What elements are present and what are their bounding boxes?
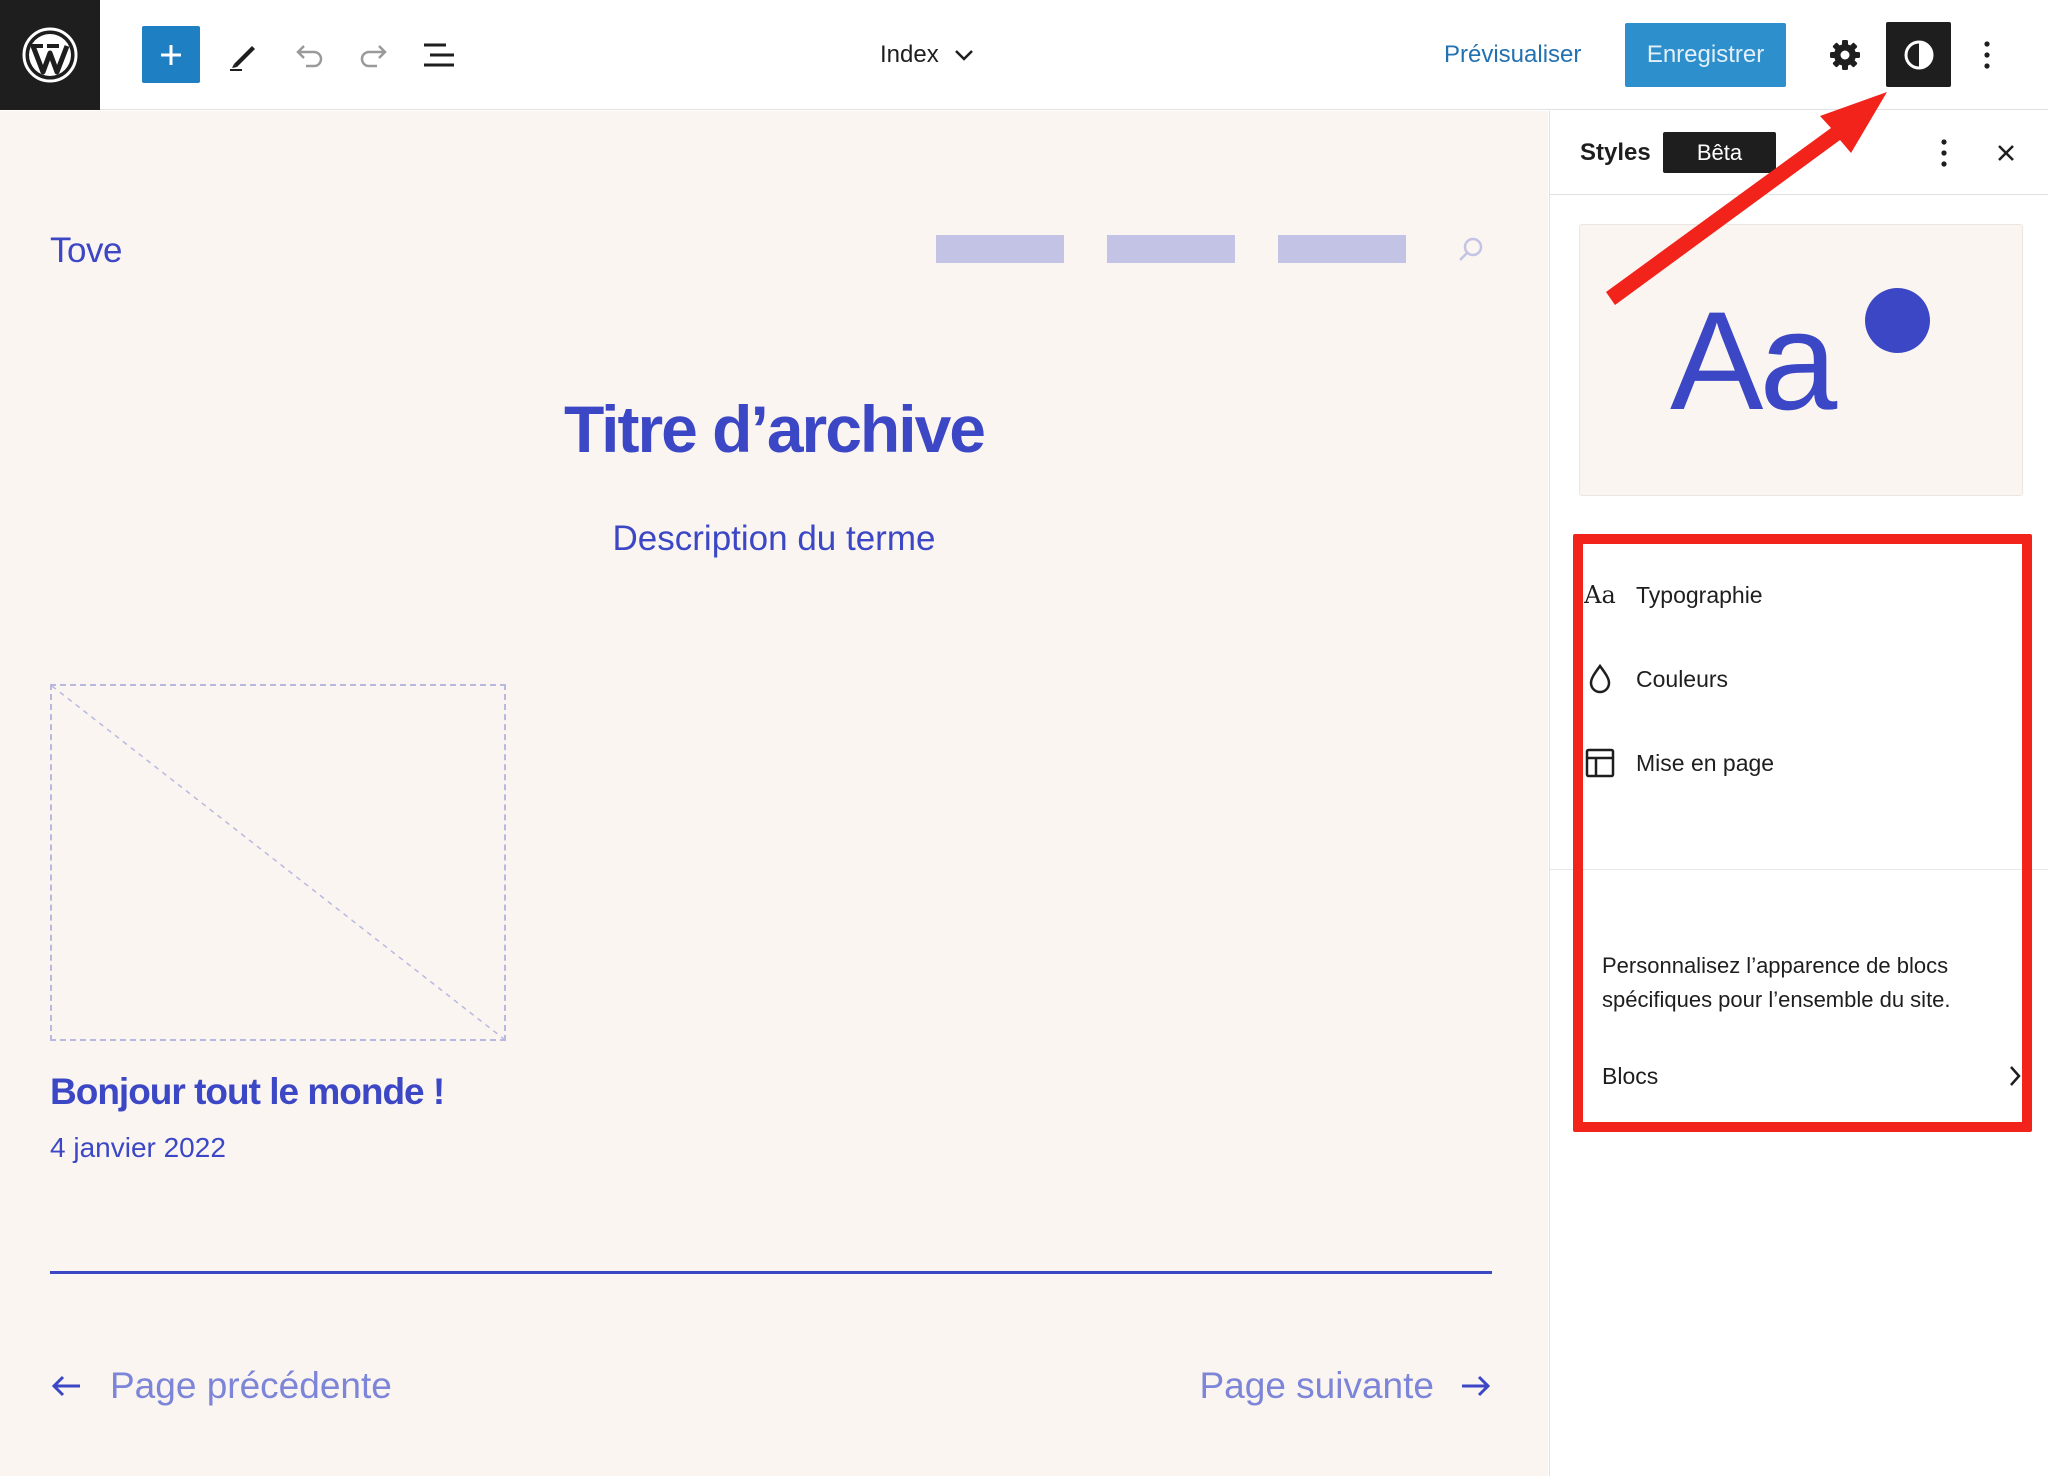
layout-icon xyxy=(1580,743,1620,783)
beta-badge: Bêta xyxy=(1663,132,1776,173)
sidebar-item-colors[interactable]: Couleurs xyxy=(1580,654,1728,704)
typography-icon: Aa xyxy=(1584,581,1616,609)
sidebar-item-label: Couleurs xyxy=(1636,665,1729,692)
sidebar-item-label: Typographie xyxy=(1636,581,1763,608)
post-date[interactable]: 4 janvier 2022 xyxy=(50,1132,226,1164)
pagination-previous[interactable]: Page précédente xyxy=(50,1361,392,1411)
template-title: Index xyxy=(880,41,939,68)
image-placeholder-diagonal xyxy=(52,686,504,1039)
blocks-label: Blocs xyxy=(1602,1062,1659,1089)
redo-icon xyxy=(360,44,387,67)
options-menu-button[interactable] xyxy=(1962,26,2012,83)
chevron-down-icon xyxy=(954,50,973,61)
search-icon xyxy=(1459,237,1483,261)
sidebar-header: Styles Bêta xyxy=(1550,111,2048,195)
archive-title[interactable]: Titre d’archive xyxy=(0,391,1548,467)
list-view-icon xyxy=(424,43,454,66)
wordpress-logo-button[interactable] xyxy=(0,0,100,110)
post-title[interactable]: Bonjour tout le monde ! xyxy=(50,1071,445,1113)
undo-icon xyxy=(296,44,323,67)
preview-button[interactable]: Prévisualiser xyxy=(1444,30,1581,80)
style-preview-card: Aa xyxy=(1579,224,2023,496)
site-title[interactable]: Tove xyxy=(50,231,122,271)
contrast-icon xyxy=(1904,40,1933,69)
list-view-button[interactable] xyxy=(410,26,468,83)
featured-image-placeholder[interactable] xyxy=(50,684,506,1041)
add-block-button[interactable] xyxy=(142,26,200,83)
navigation-link-placeholder[interactable] xyxy=(936,235,1064,263)
plus-icon xyxy=(161,44,181,65)
sidebar-divider xyxy=(1550,869,2048,870)
blocks-description: Personnalisez l’apparence de blocs spéci… xyxy=(1602,953,1951,1012)
undo-button[interactable] xyxy=(280,26,338,83)
term-description[interactable]: Description du terme xyxy=(0,519,1548,559)
sidebar-item-layout[interactable]: Mise en page xyxy=(1580,738,1774,788)
styles-button[interactable] xyxy=(1886,22,1951,87)
editor-canvas[interactable]: Tove Titre d’archive Description du term… xyxy=(0,111,1548,1476)
wordpress-icon xyxy=(22,27,78,83)
navigation-search-button[interactable] xyxy=(1456,235,1486,265)
separator[interactable] xyxy=(50,1271,1492,1274)
arrow-right-icon xyxy=(1462,1375,1491,1397)
edit-tool-button[interactable] xyxy=(214,26,272,83)
more-vertical-icon xyxy=(1984,40,1990,69)
editor-toolbar: Index Prévisualiser Enregistrer xyxy=(0,0,2048,110)
gear-icon xyxy=(1830,39,1860,70)
style-preview-color-dot xyxy=(1865,288,1930,353)
color-drop-icon xyxy=(1580,659,1620,699)
pencil-icon xyxy=(230,45,255,71)
pagination-next-label: Page suivante xyxy=(1199,1365,1434,1406)
close-sidebar-button[interactable] xyxy=(1986,133,2026,173)
sidebar-item-typography[interactable]: Aa Typographie xyxy=(1580,570,1763,620)
save-button[interactable]: Enregistrer xyxy=(1625,23,1786,87)
more-vertical-icon xyxy=(1941,139,1947,167)
sidebar-title: Styles xyxy=(1580,139,1651,166)
close-icon xyxy=(1998,145,2014,161)
redo-button[interactable] xyxy=(345,26,403,83)
arrow-left-icon xyxy=(51,1375,80,1397)
styles-sidebar: Styles Bêta Aa Aa Typographie Couleurs M… xyxy=(1549,111,2048,1476)
chevron-right-icon xyxy=(2010,1066,2021,1086)
settings-button[interactable] xyxy=(1816,26,1874,83)
sidebar-item-blocks[interactable]: Blocs xyxy=(1602,1051,2022,1101)
pagination-previous-label: Page précédente xyxy=(110,1365,392,1406)
template-selector[interactable]: Index xyxy=(880,30,975,80)
navigation-link-placeholder[interactable] xyxy=(1278,235,1406,263)
styles-options-button[interactable] xyxy=(1924,133,1964,173)
sidebar-item-label: Mise en page xyxy=(1636,749,1775,776)
navigation-link-placeholder[interactable] xyxy=(1107,235,1235,263)
pagination-next[interactable]: Page suivante xyxy=(1199,1361,1492,1411)
style-preview-text: Aa xyxy=(1670,282,1837,439)
